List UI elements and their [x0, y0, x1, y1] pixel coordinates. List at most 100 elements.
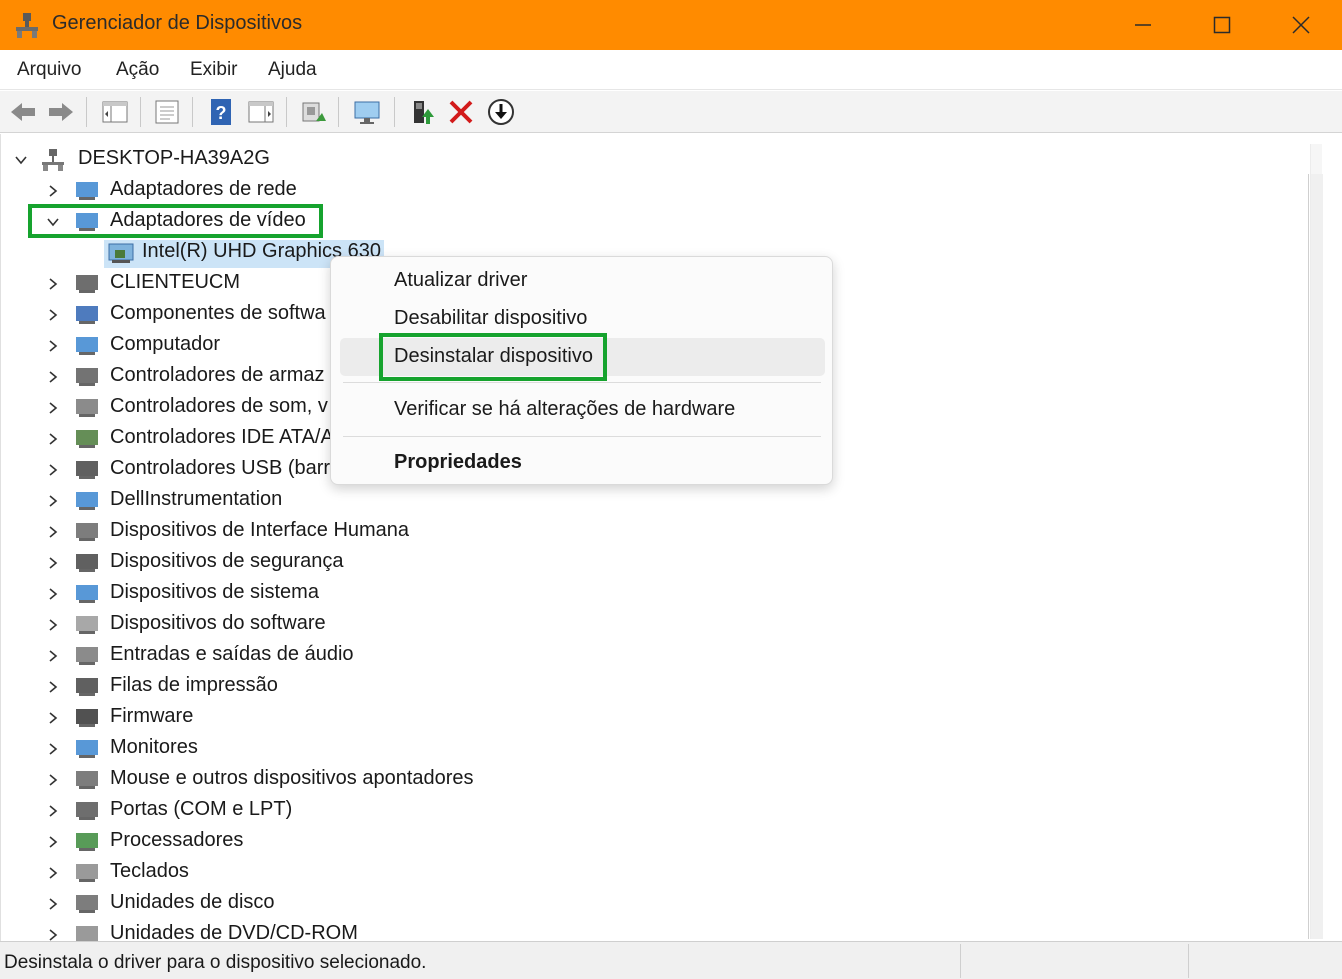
chevron-right-icon[interactable]: [46, 184, 60, 198]
tree-right-border: [1308, 174, 1309, 939]
storage-controller-icon: [76, 368, 98, 386]
toolbar-separator: [192, 97, 193, 127]
chevron-right-icon[interactable]: [46, 866, 60, 880]
tree-category-label: Dispositivos de segurança: [110, 550, 344, 572]
context-menu: Atualizar driver Desabilitar dispositivo…: [330, 256, 833, 485]
toolbar-separator: [338, 97, 339, 127]
tree-category-row[interactable]: Dispositivos do software: [0, 609, 900, 640]
ide-controller-icon: [76, 430, 98, 448]
chevron-right-icon[interactable]: [46, 804, 60, 818]
chevron-down-icon[interactable]: [14, 153, 28, 167]
tree-category-row[interactable]: Firmware: [0, 702, 900, 733]
chevron-right-icon[interactable]: [46, 680, 60, 694]
context-properties[interactable]: Propriedades: [394, 451, 522, 474]
toolbar-separator: [86, 97, 87, 127]
toolbar-separator: [394, 97, 395, 127]
action-pane-icon: [248, 101, 274, 123]
chevron-right-icon[interactable]: [46, 494, 60, 508]
tree-category-row[interactable]: Teclados: [0, 857, 900, 888]
tree-category-label: Controladores de armaz: [110, 364, 325, 386]
chevron-right-icon[interactable]: [46, 742, 60, 756]
tree-category-row[interactable]: Portas (COM e LPT): [0, 795, 900, 826]
chevron-right-icon[interactable]: [46, 835, 60, 849]
menu-exibir[interactable]: Exibir: [190, 59, 238, 81]
scan-hardware-button[interactable]: [298, 97, 328, 127]
chevron-right-icon[interactable]: [46, 556, 60, 570]
update-driver-button[interactable]: [408, 97, 438, 127]
chevron-right-icon[interactable]: [46, 711, 60, 725]
tree-category-row[interactable]: Filas de impressão: [0, 671, 900, 702]
chevron-right-icon[interactable]: [46, 277, 60, 291]
chevron-right-icon[interactable]: [46, 525, 60, 539]
system-device-icon: [76, 585, 98, 603]
chevron-right-icon[interactable]: [46, 463, 60, 477]
minimize-button[interactable]: [1108, 0, 1178, 50]
tree-category-label: Monitores: [110, 736, 198, 758]
tree-category-row[interactable]: Adaptadores de rede: [0, 175, 900, 206]
tree-category-row[interactable]: Dispositivos de segurança: [0, 547, 900, 578]
software-component-icon: [76, 306, 98, 324]
instrumentation-icon: [76, 492, 98, 510]
status-divider: [960, 944, 961, 978]
chevron-right-icon[interactable]: [46, 773, 60, 787]
back-button[interactable]: [8, 97, 38, 127]
chevron-right-icon[interactable]: [46, 339, 60, 353]
tree-category-row[interactable]: Entradas e saídas de áudio: [0, 640, 900, 671]
properties-button[interactable]: [152, 97, 182, 127]
chevron-right-icon[interactable]: [46, 897, 60, 911]
uninstall-button[interactable]: [446, 97, 476, 127]
tree-category-row[interactable]: Mouse e outros dispositivos apontadores: [0, 764, 900, 795]
chevron-right-icon[interactable]: [46, 308, 60, 322]
tree-category-label: Dispositivos do software: [110, 612, 326, 634]
usb-icon: [76, 461, 98, 479]
monitor-icon: [76, 740, 98, 758]
tree-category-label: Dispositivos de sistema: [110, 581, 319, 603]
tree-category-label: Controladores IDE ATA/A: [110, 426, 334, 448]
show-hide-tree-button[interactable]: [100, 97, 130, 127]
context-update-driver[interactable]: Atualizar driver: [394, 269, 527, 292]
close-icon: [1292, 16, 1310, 34]
display-monitor-button[interactable]: [352, 97, 382, 127]
tree-category-label: Unidades de disco: [110, 891, 275, 913]
context-disable-device[interactable]: Desabilitar dispositivo: [394, 307, 587, 330]
tree-category-row[interactable]: Processadores: [0, 826, 900, 857]
status-divider: [1188, 944, 1189, 978]
forward-button[interactable]: [46, 97, 76, 127]
tree-category-label: Entradas e saídas de áudio: [110, 643, 354, 665]
chevron-right-icon[interactable]: [46, 618, 60, 632]
help-button[interactable]: ?: [206, 97, 236, 127]
tree-category-label: Teclados: [110, 860, 189, 882]
tree-root-row[interactable]: DESKTOP-HA39A2G: [0, 144, 900, 175]
tree-category-label: Mouse e outros dispositivos apontadores: [110, 767, 474, 789]
close-button[interactable]: [1266, 0, 1336, 50]
maximize-button[interactable]: [1187, 0, 1257, 50]
tree-category-row[interactable]: Dispositivos de sistema: [0, 578, 900, 609]
chevron-right-icon[interactable]: [46, 370, 60, 384]
tree-category-row[interactable]: DellInstrumentation: [0, 485, 900, 516]
chevron-right-icon[interactable]: [46, 432, 60, 446]
menu-ajuda[interactable]: Ajuda: [268, 59, 317, 81]
tree-category-label: Computador: [110, 333, 221, 355]
tree-category-row[interactable]: Monitores: [0, 733, 900, 764]
menu-arquivo[interactable]: Arquivo: [17, 59, 81, 81]
chevron-right-icon[interactable]: [46, 587, 60, 601]
disable-device-button[interactable]: [486, 97, 516, 127]
scan-hardware-icon: [302, 102, 326, 122]
scrollbar-thumb[interactable]: [1311, 174, 1323, 939]
computer-icon: [76, 337, 98, 355]
chevron-right-icon[interactable]: [46, 649, 60, 663]
chevron-right-icon[interactable]: [46, 401, 60, 415]
minimize-icon: [1135, 24, 1151, 26]
chevron-right-icon[interactable]: [46, 928, 60, 942]
hid-keyboard-icon: [76, 523, 98, 541]
tree-category-row[interactable]: Dispositivos de Interface Humana: [0, 516, 900, 547]
firmware-icon: [76, 709, 98, 727]
tree-category-label: Processadores: [110, 829, 244, 851]
action-pane-button[interactable]: [246, 97, 276, 127]
tree-category-label: Componentes de softwa: [110, 302, 326, 324]
forward-icon: [49, 103, 73, 121]
tree-category-row[interactable]: Unidades de disco: [0, 888, 900, 919]
context-scan-hardware[interactable]: Verificar se há alterações de hardware: [394, 398, 735, 421]
vertical-scrollbar[interactable]: [1310, 144, 1323, 939]
menu-acao[interactable]: Ação: [116, 59, 159, 81]
